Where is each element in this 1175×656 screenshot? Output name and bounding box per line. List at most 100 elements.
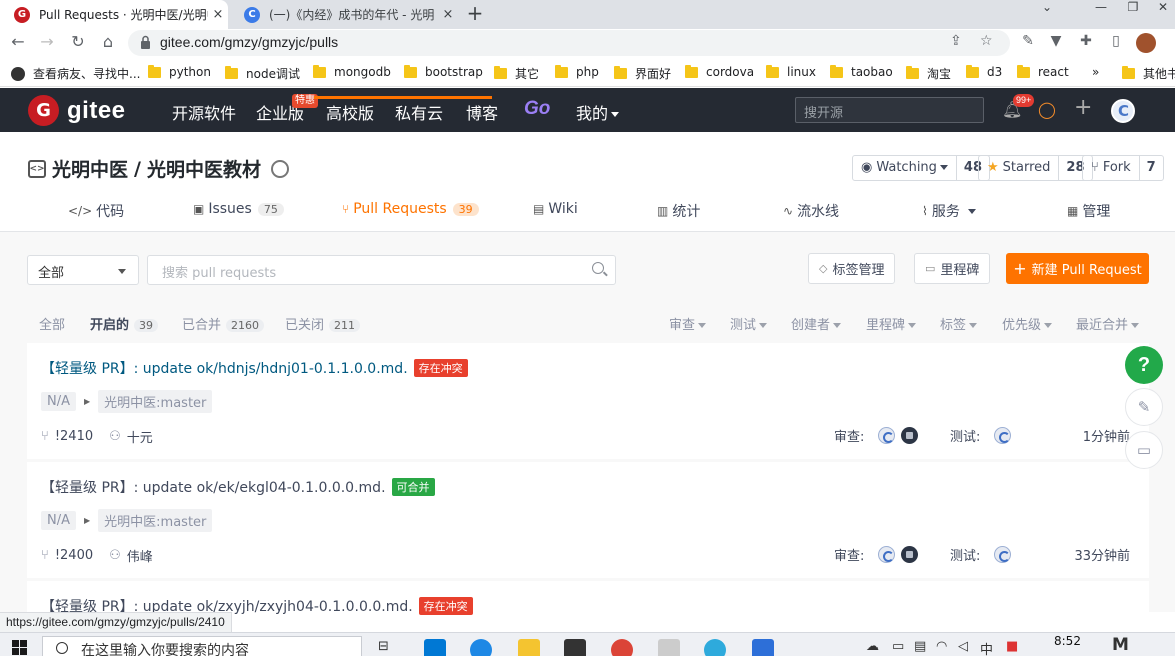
reviewer-avatar[interactable]	[901, 427, 918, 444]
new-tab-button[interactable]: +	[464, 0, 486, 29]
bookmark-folder[interactable]: mongodb	[313, 64, 391, 79]
state-tab-all[interactable]: 全部	[39, 314, 65, 333]
project-name-link[interactable]: 光明中医教材	[147, 155, 261, 182]
plus-icon[interactable]: +	[1074, 95, 1092, 120]
chrome-app-icon[interactable]	[611, 639, 633, 656]
tab-close-icon[interactable]: ×	[208, 7, 228, 22]
bookmark-folder[interactable]: node调试	[225, 65, 300, 82]
star-button[interactable]: ★ Starred 28	[978, 155, 1093, 181]
bookmark-folder[interactable]: 界面好	[614, 65, 671, 82]
tab-manage[interactable]: ▦ 管理	[1067, 201, 1110, 221]
bookmark-folder[interactable]: 其它	[494, 65, 539, 82]
nav-blog[interactable]: 博客	[466, 100, 498, 124]
store-app-icon[interactable]	[424, 639, 446, 656]
pr-search-input[interactable]: 搜索 pull requests	[147, 255, 616, 285]
search-icon[interactable]	[592, 262, 604, 274]
bookmark-folder[interactable]: cordova	[685, 64, 754, 79]
state-tab-merged[interactable]: 已合并 2160	[182, 314, 265, 333]
vue-devtools-icon[interactable]: ▼	[1046, 33, 1066, 53]
nav-mine-dropdown[interactable]: 我的	[576, 100, 620, 124]
text-app-icon[interactable]	[658, 639, 680, 656]
pr-author[interactable]: 十元	[127, 427, 153, 446]
wifi-icon[interactable]: ◠	[936, 639, 947, 654]
pr-author[interactable]: 伟峰	[127, 546, 153, 565]
tester-avatar[interactable]	[994, 427, 1011, 444]
filter-tester-dropdown[interactable]: 测试	[730, 314, 768, 333]
close-window-button[interactable]: ✕	[1140, 0, 1175, 20]
share-icon[interactable]: ⇪	[950, 33, 962, 49]
photos-app-icon[interactable]	[752, 639, 774, 656]
bookmark-folder[interactable]: taobao	[830, 64, 893, 79]
bookmark-folder[interactable]: 淘宝	[906, 65, 951, 82]
bookmark-item[interactable]: 查看病友、寻找中...	[11, 65, 140, 82]
volume-icon[interactable]: ◁	[958, 639, 968, 654]
reload-icon[interactable]: ↻	[66, 32, 90, 51]
bookmark-folder[interactable]: bootstrap	[404, 64, 483, 79]
address-bar[interactable]: gitee.com/gmzy/gmzyjc/pulls ⇪ ☆	[128, 30, 1010, 56]
windows-start-icon[interactable]	[12, 640, 28, 656]
filter-priority-dropdown[interactable]: 优先级	[1002, 314, 1053, 333]
filter-reviewer-dropdown[interactable]: 审查	[669, 314, 707, 333]
nav-go[interactable]: Go	[524, 98, 550, 120]
sort-dropdown[interactable]: 最近合并	[1076, 314, 1140, 333]
fork-count[interactable]: 7	[1138, 156, 1163, 180]
chat-icon[interactable]: ▭	[1125, 431, 1163, 469]
file-explorer-icon[interactable]	[518, 639, 540, 656]
tray-icon[interactable]: ▭	[892, 639, 904, 654]
home-icon[interactable]: ⌂	[96, 32, 120, 51]
editor-app-icon[interactable]	[564, 639, 586, 656]
milestone-button[interactable]: ▭ 里程碑	[914, 253, 991, 284]
forward-arrow-icon[interactable]: →	[35, 32, 59, 51]
notification-center-icon[interactable]: M	[1112, 635, 1129, 655]
user-avatar[interactable]	[1111, 99, 1135, 123]
reviewer-avatar[interactable]	[878, 546, 895, 563]
bookmark-folder[interactable]: d3	[966, 64, 1002, 79]
tab-wiki[interactable]: ▤ Wiki	[533, 201, 578, 217]
tab-issues[interactable]: ▣ Issues 75	[193, 201, 284, 217]
taskbar-search-input[interactable]: 在这里输入你要搜索的内容	[42, 636, 362, 656]
new-pull-request-button[interactable]: + 新建 Pull Request	[1006, 253, 1149, 284]
state-tab-closed[interactable]: 已关闭 211	[285, 314, 361, 333]
tab-services[interactable]: ⌇ 服务	[922, 201, 976, 221]
browser-tab-active[interactable]: G Pull Requests · 光明中医/光明中 ×	[0, 0, 228, 29]
task-view-icon[interactable]: ⊟	[378, 639, 389, 654]
vscode-app-icon[interactable]	[470, 639, 492, 656]
scope-select[interactable]: 全部	[27, 255, 139, 285]
cloud-tray-icon[interactable]: ☁	[866, 639, 879, 654]
tab-pipeline[interactable]: ∿ 流水线	[783, 201, 839, 221]
tab-search-button[interactable]: ⌄	[1024, 0, 1070, 20]
back-arrow-icon[interactable]: ←	[6, 32, 30, 51]
nav-education[interactable]: 高校版	[326, 100, 374, 124]
bookmark-folder[interactable]: react	[1017, 64, 1069, 79]
ime-indicator[interactable]: 中	[980, 639, 993, 656]
bookmark-folder[interactable]: php	[555, 64, 599, 79]
bookmarks-overflow-button[interactable]: »	[1092, 65, 1099, 79]
lightbulb-icon[interactable]: ◯	[1038, 100, 1056, 119]
watch-button[interactable]: ◉ Watching 48	[852, 155, 991, 181]
nav-open-source[interactable]: 开源软件	[172, 100, 236, 124]
reviewer-avatar[interactable]	[878, 427, 895, 444]
sidebar-icon[interactable]: ▯	[1106, 33, 1126, 53]
browser-tab-inactive[interactable]: C (一)《内经》成书的年代 - 光明 ×	[232, 0, 458, 29]
reviewer-avatar[interactable]	[901, 546, 918, 563]
filter-author-dropdown[interactable]: 创建者	[791, 314, 842, 333]
pr-number[interactable]: !2400	[55, 548, 93, 563]
tab-pull-requests[interactable]: ⑂ Pull Requests 39	[342, 201, 479, 217]
pen-extension-icon[interactable]: ✎	[1018, 33, 1038, 53]
fork-button[interactable]: ⑂ Fork 7	[1082, 155, 1164, 181]
tray-icon[interactable]: ▤	[914, 639, 926, 654]
gitee-search-input[interactable]: 搜开源	[795, 97, 984, 123]
bookmark-folder[interactable]: linux	[766, 64, 816, 79]
project-owner-link[interactable]: 光明中医	[52, 155, 128, 182]
other-bookmarks-folder[interactable]: 其他书	[1122, 65, 1175, 82]
label-manage-button[interactable]: ◇ 标签管理	[808, 253, 896, 284]
state-tab-open[interactable]: 开启的 39	[90, 314, 159, 333]
taskbar-clock[interactable]: 8:52	[1054, 634, 1081, 648]
tab-statistics[interactable]: ▥ 统计	[657, 201, 700, 221]
tab-code[interactable]: </> 代码	[68, 201, 124, 221]
help-button[interactable]: ?	[1125, 346, 1163, 384]
pr-title-link[interactable]: 【轻量级 PR】: update ok/ek/ekgl04-0.1.0.0.0.…	[41, 477, 386, 497]
filter-milestone-dropdown[interactable]: 里程碑	[866, 314, 917, 333]
bookmark-folder[interactable]: python	[148, 64, 211, 79]
tester-avatar[interactable]	[994, 546, 1011, 563]
